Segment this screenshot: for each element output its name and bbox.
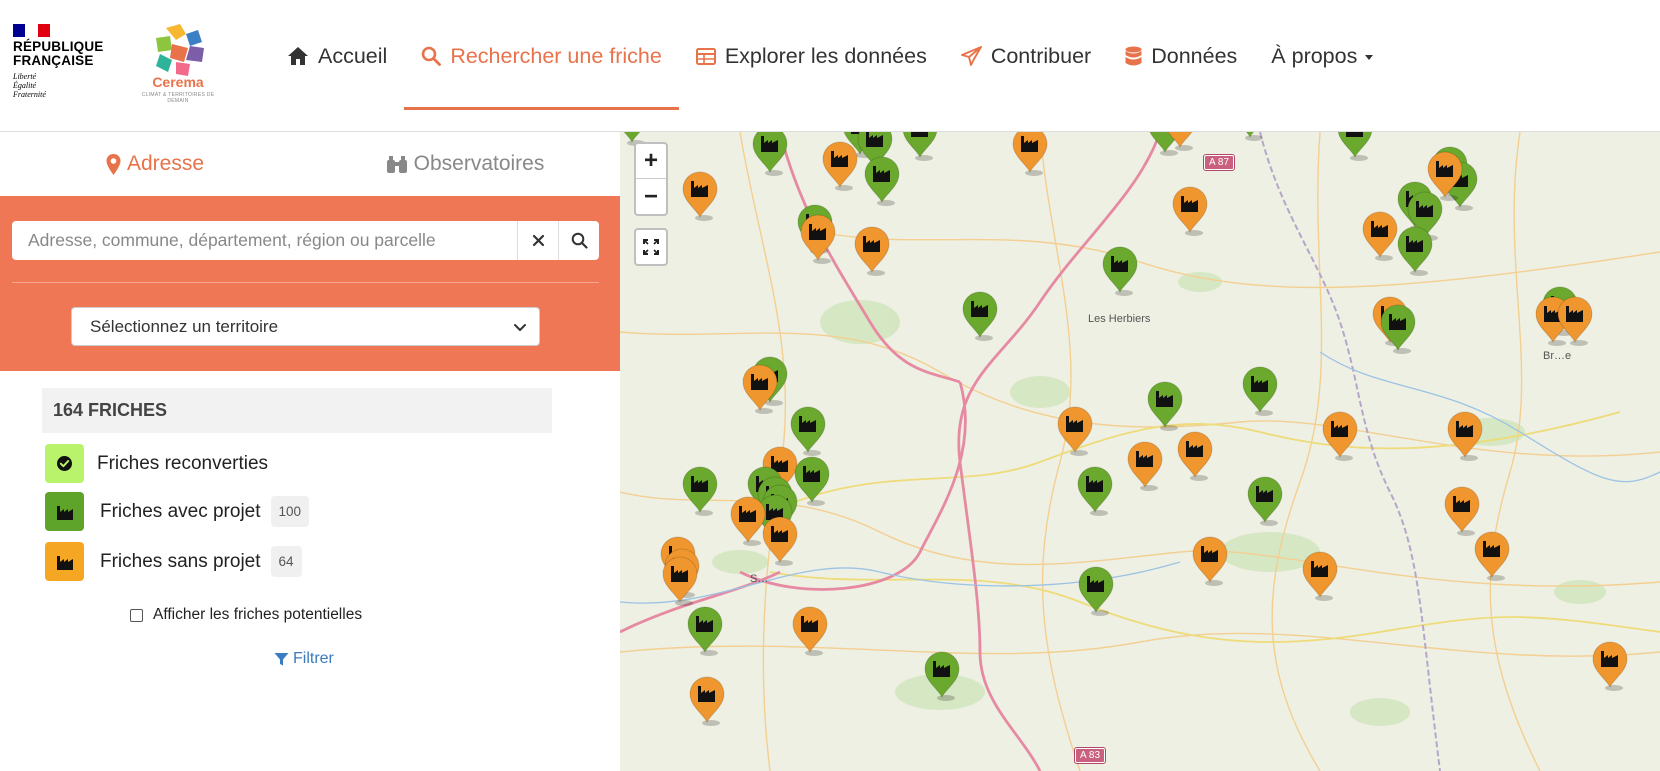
nav-a-propos-dropdown[interactable]: À propos — [1254, 0, 1390, 112]
search-icon — [571, 232, 588, 249]
nav-rechercher-label: Rechercher une friche — [450, 43, 662, 68]
divider — [12, 282, 599, 283]
legend-label-reconverties: Friches reconverties — [97, 452, 269, 474]
search-panel: Sélectionnez un territoire — [0, 196, 620, 371]
legend-swatch-avec-projet — [45, 492, 84, 531]
nav-donnees[interactable]: Données — [1108, 0, 1254, 112]
motto-egalite: Égalité — [13, 81, 37, 90]
tab-adresse-label: Adresse — [126, 152, 205, 175]
clear-search-button[interactable] — [517, 221, 558, 260]
nav-contribuer-label: Contribuer — [990, 43, 1092, 68]
cerema-france-shape-icon — [156, 24, 204, 76]
motto-liberte: Liberté — [13, 72, 37, 81]
territory-select-value: Sélectionnez un territoire — [90, 316, 279, 336]
caret-down-icon — [1365, 55, 1374, 60]
motto-fraternite: Fraternité — [13, 90, 46, 99]
factory-icon — [56, 505, 73, 520]
main-nav: Accueil Rechercher une friche Explorer l… — [270, 0, 1390, 112]
submit-search-button[interactable] — [558, 221, 599, 260]
nav-a-propos-label: À propos — [1271, 43, 1358, 68]
road-shield-a87: A 87 — [1202, 154, 1236, 171]
place-label-south: S… — [750, 573, 769, 585]
tab-observatoires[interactable]: Observatoires — [310, 132, 620, 196]
search-icon — [421, 46, 442, 66]
legend-item-avec-projet: Friches avec projet 100 — [45, 492, 310, 531]
cerema-name: Cerema — [152, 74, 204, 90]
legend-item-reconverties: Friches reconverties — [45, 444, 268, 483]
legend-count-avec-projet: 100 — [270, 496, 310, 527]
territory-select[interactable]: Sélectionnez un territoire — [71, 307, 540, 346]
tab-adresse[interactable]: Adresse — [0, 132, 310, 196]
potential-friches-toggle[interactable]: Afficher les friches potentielles — [130, 606, 362, 624]
zoom-out-button[interactable]: − — [636, 179, 666, 214]
legend-count-sans-projet: 64 — [270, 546, 302, 577]
nav-donnees-label: Données — [1151, 43, 1238, 68]
republique-francaise-logo[interactable]: RÉPUBLIQUE FRANÇAISE Liberté Égalité Fra… — [13, 24, 108, 104]
fullscreen-icon — [643, 239, 659, 255]
map-marker-icon — [106, 153, 121, 175]
nav-accueil-label: Accueil — [318, 43, 388, 68]
binoculars-icon — [386, 155, 408, 174]
map[interactable]: Les Herbiers Br…e S… A 87 A 83 + − — [620, 132, 1660, 771]
nav-explorer-donnees[interactable]: Explorer les données — [679, 0, 944, 112]
check-circle-icon — [57, 456, 72, 471]
address-search-box — [12, 221, 599, 260]
paper-plane-icon — [960, 46, 982, 66]
factory-icon — [56, 555, 73, 570]
map-base-layer[interactable] — [620, 132, 1660, 771]
road-shield-a83: A 83 — [1073, 747, 1107, 764]
nav-accueil[interactable]: Accueil — [270, 0, 404, 112]
home-icon — [287, 46, 309, 66]
table-icon — [695, 47, 716, 65]
fullscreen-button[interactable] — [634, 228, 668, 266]
nav-explorer-label: Explorer les données — [724, 43, 927, 68]
legend-item-sans-projet: Friches sans projet 64 — [45, 542, 302, 581]
nav-rechercher-friche[interactable]: Rechercher une friche — [404, 0, 679, 112]
legend-label-avec-projet: Friches avec projet — [100, 500, 261, 522]
chevron-down-icon — [514, 324, 526, 331]
legend-swatch-reconverties — [45, 444, 84, 483]
address-search-input[interactable] — [12, 221, 517, 260]
place-label-les-herbiers: Les Herbiers — [1088, 313, 1151, 325]
search-mode-tabs: Adresse Observatoires — [0, 132, 620, 196]
friches-count: 164 FRICHES — [53, 400, 168, 420]
legend-label-sans-projet: Friches sans projet — [100, 550, 261, 572]
cerema-logo[interactable]: Cerema CLIMAT & TERRITOIRES DE DEMAIN — [136, 22, 220, 104]
republique-line-2: FRANÇAISE — [13, 53, 94, 68]
zoom-in-button[interactable]: + — [636, 144, 666, 179]
potential-friches-label: Afficher les friches potentielles — [153, 606, 363, 623]
friches-count-bar: 164 FRICHES — [42, 388, 552, 433]
filter-icon — [274, 652, 289, 665]
database-icon — [1125, 46, 1142, 67]
filter-button[interactable]: Filtrer — [274, 650, 334, 668]
republique-line-1: RÉPUBLIQUE — [13, 39, 104, 54]
nav-contribuer[interactable]: Contribuer — [944, 0, 1108, 112]
sidebar: Adresse Observatoires Sélectionnez un te… — [0, 132, 620, 771]
place-label-bressuire: Br…e — [1543, 350, 1572, 362]
potential-friches-checkbox[interactable] — [130, 608, 143, 622]
zoom-control: + − — [634, 142, 668, 216]
tab-observatoires-label: Observatoires — [413, 152, 545, 175]
french-flag-icon — [13, 24, 50, 37]
cerema-tagline: CLIMAT & TERRITOIRES DE DEMAIN — [141, 92, 215, 104]
header: RÉPUBLIQUE FRANÇAISE Liberté Égalité Fra… — [0, 0, 1660, 132]
legend-swatch-sans-projet — [45, 542, 84, 581]
close-icon — [532, 234, 544, 247]
filter-label: Filtrer — [293, 650, 334, 667]
